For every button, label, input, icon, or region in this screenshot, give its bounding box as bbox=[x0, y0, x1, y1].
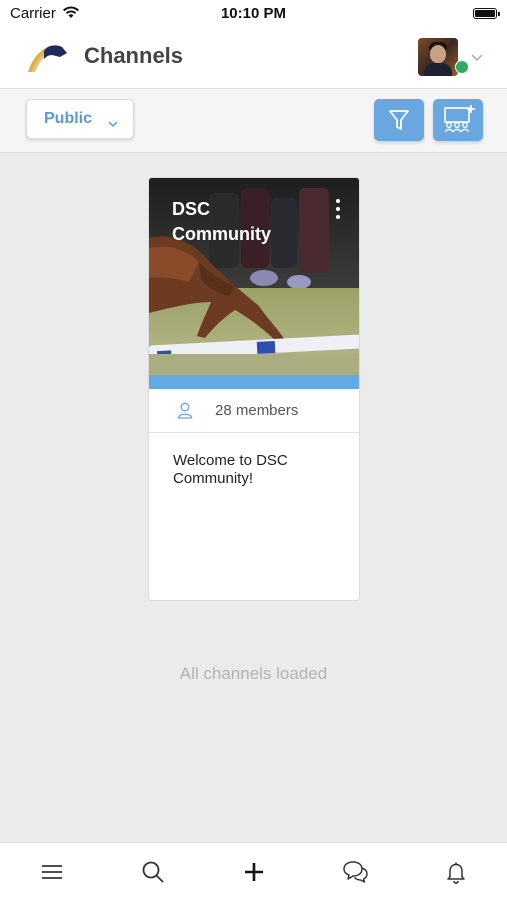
list-status-text: All channels loaded bbox=[179, 664, 328, 683]
menu-icon bbox=[42, 865, 62, 879]
battery-icon bbox=[473, 8, 500, 19]
user-icon bbox=[177, 401, 193, 424]
chat-icon bbox=[343, 861, 368, 883]
search-icon bbox=[142, 861, 164, 883]
app-logo-icon[interactable] bbox=[26, 41, 70, 78]
visibility-filter-select[interactable]: Public bbox=[26, 99, 134, 139]
chevron-down-icon bbox=[107, 115, 119, 133]
more-options-icon[interactable] bbox=[333, 198, 343, 220]
channel-members-row: 28 members bbox=[149, 389, 359, 433]
nav-menu-button[interactable] bbox=[37, 857, 67, 887]
channel-description: Welcome to DSC Community! bbox=[173, 452, 288, 487]
plus-icon bbox=[245, 863, 263, 881]
app-header: Channels bbox=[0, 28, 507, 89]
avatar[interactable] bbox=[418, 38, 458, 76]
nav-create-button[interactable] bbox=[239, 857, 269, 887]
channel-cover-accent-bar bbox=[149, 375, 359, 389]
nav-messages-button[interactable] bbox=[340, 857, 370, 887]
channel-card[interactable]: DSC Community 28 members Welcome to DSC … bbox=[148, 177, 360, 601]
nav-search-button[interactable] bbox=[138, 857, 168, 887]
chevron-down-icon[interactable] bbox=[470, 50, 484, 68]
visibility-filter-value: Public bbox=[44, 110, 93, 127]
filter-button[interactable] bbox=[374, 99, 424, 141]
nav-notifications-button[interactable] bbox=[441, 857, 471, 887]
status-time: 10:10 PM bbox=[220, 5, 287, 22]
online-status-dot bbox=[455, 60, 469, 74]
channel-member-count: 28 members bbox=[215, 402, 299, 419]
bell-icon bbox=[447, 862, 465, 884]
page-title: Channels bbox=[84, 43, 184, 68]
create-channel-button[interactable] bbox=[433, 99, 483, 141]
bottom-nav bbox=[0, 842, 507, 901]
add-group-icon bbox=[444, 105, 475, 133]
toolbar: Public bbox=[0, 89, 507, 153]
filter-icon bbox=[389, 110, 409, 130]
status-bar: Carrier 10:10 PM bbox=[0, 0, 507, 28]
channel-name: DSC Community bbox=[172, 199, 271, 244]
